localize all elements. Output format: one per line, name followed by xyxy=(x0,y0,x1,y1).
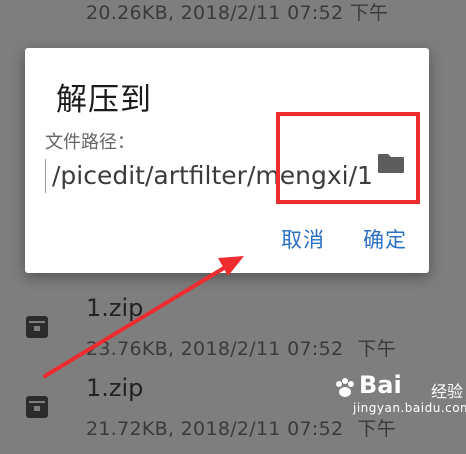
annotation-arrow xyxy=(43,256,244,378)
watermark-domain: jingyan.baidu.com xyxy=(353,401,466,415)
watermark-brand-cn: 经验 xyxy=(431,382,464,401)
baidu-watermark: Bai 经验 jingyan.baidu.com xyxy=(333,371,466,420)
watermark-brand: Bai xyxy=(359,371,402,399)
paw-icon xyxy=(336,378,354,397)
